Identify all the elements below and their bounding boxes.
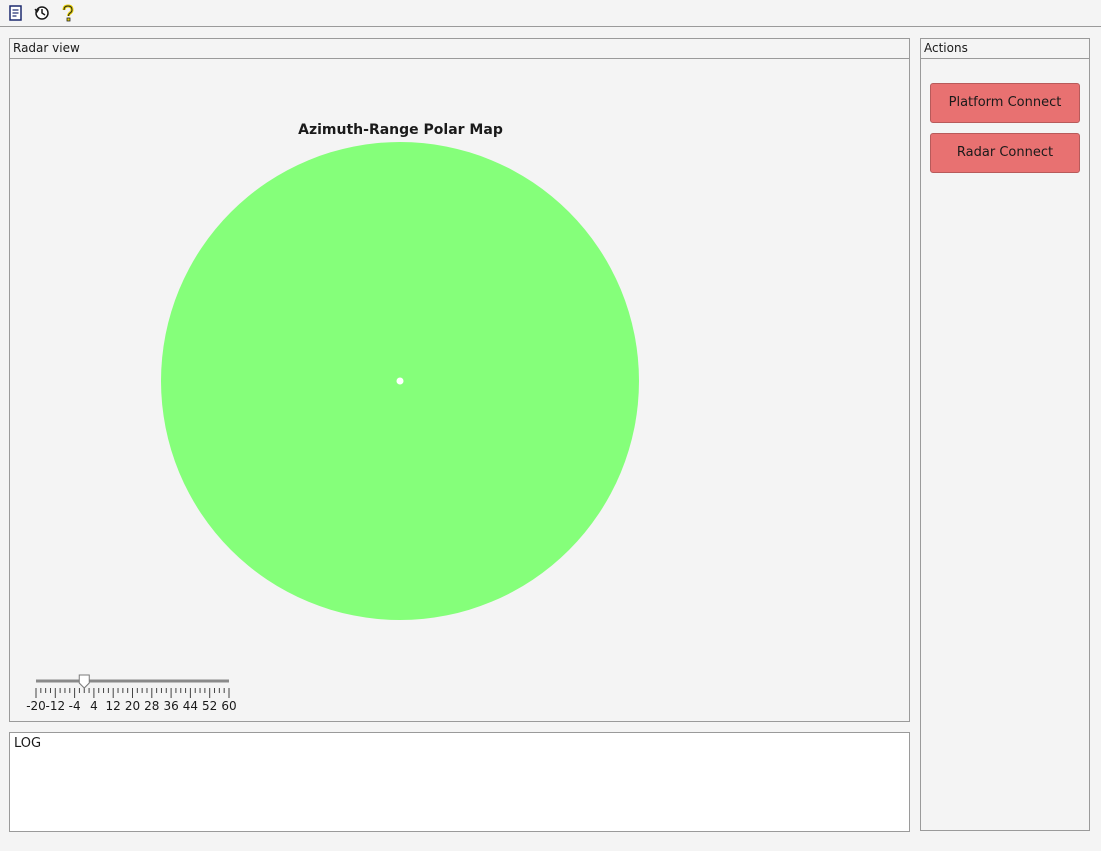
history-button[interactable] [34, 4, 50, 22]
radar-view-panel: Radar view Azimuth-Range Polar Map -20 -1… [9, 38, 910, 722]
log-panel[interactable]: LOG [9, 732, 910, 832]
radar-view-header: Radar view [10, 39, 909, 59]
actions-panel: Actions Platform Connect Radar Connect [920, 38, 1090, 831]
polar-map[interactable] [160, 141, 640, 621]
slider-thumb[interactable] [78, 674, 90, 689]
save-button[interactable] [8, 4, 24, 22]
help-icon [62, 4, 74, 22]
slider-tick-label: 52 [202, 699, 217, 713]
slider-tick-label: 28 [144, 699, 159, 713]
log-label: LOG [14, 736, 42, 751]
range-slider[interactable]: -20 -12 -4 4 12 20 28 36 44 52 60 [24, 671, 246, 715]
slider-tick-label: 36 [163, 699, 178, 713]
slider-tick-label: 4 [90, 699, 98, 713]
platform-connect-button[interactable]: Platform Connect [930, 83, 1080, 123]
actions-header: Actions [921, 39, 1089, 59]
slider-tick-label: 44 [183, 699, 198, 713]
slider-tick-label: 20 [125, 699, 140, 713]
help-button[interactable] [60, 4, 76, 22]
radar-connect-button[interactable]: Radar Connect [930, 133, 1080, 173]
slider-tick-label: -20 [26, 699, 46, 713]
map-title: Azimuth-Range Polar Map [298, 122, 503, 138]
radar-center-dot [396, 377, 404, 385]
slider-tick-label: -4 [69, 699, 81, 713]
save-icon [9, 5, 22, 21]
slider-tick-label: 60 [221, 699, 236, 713]
slider-tick-label: 12 [106, 699, 121, 713]
toolbar [0, 0, 1101, 27]
slider-tick-label: -12 [45, 699, 65, 713]
history-icon [34, 6, 49, 20]
